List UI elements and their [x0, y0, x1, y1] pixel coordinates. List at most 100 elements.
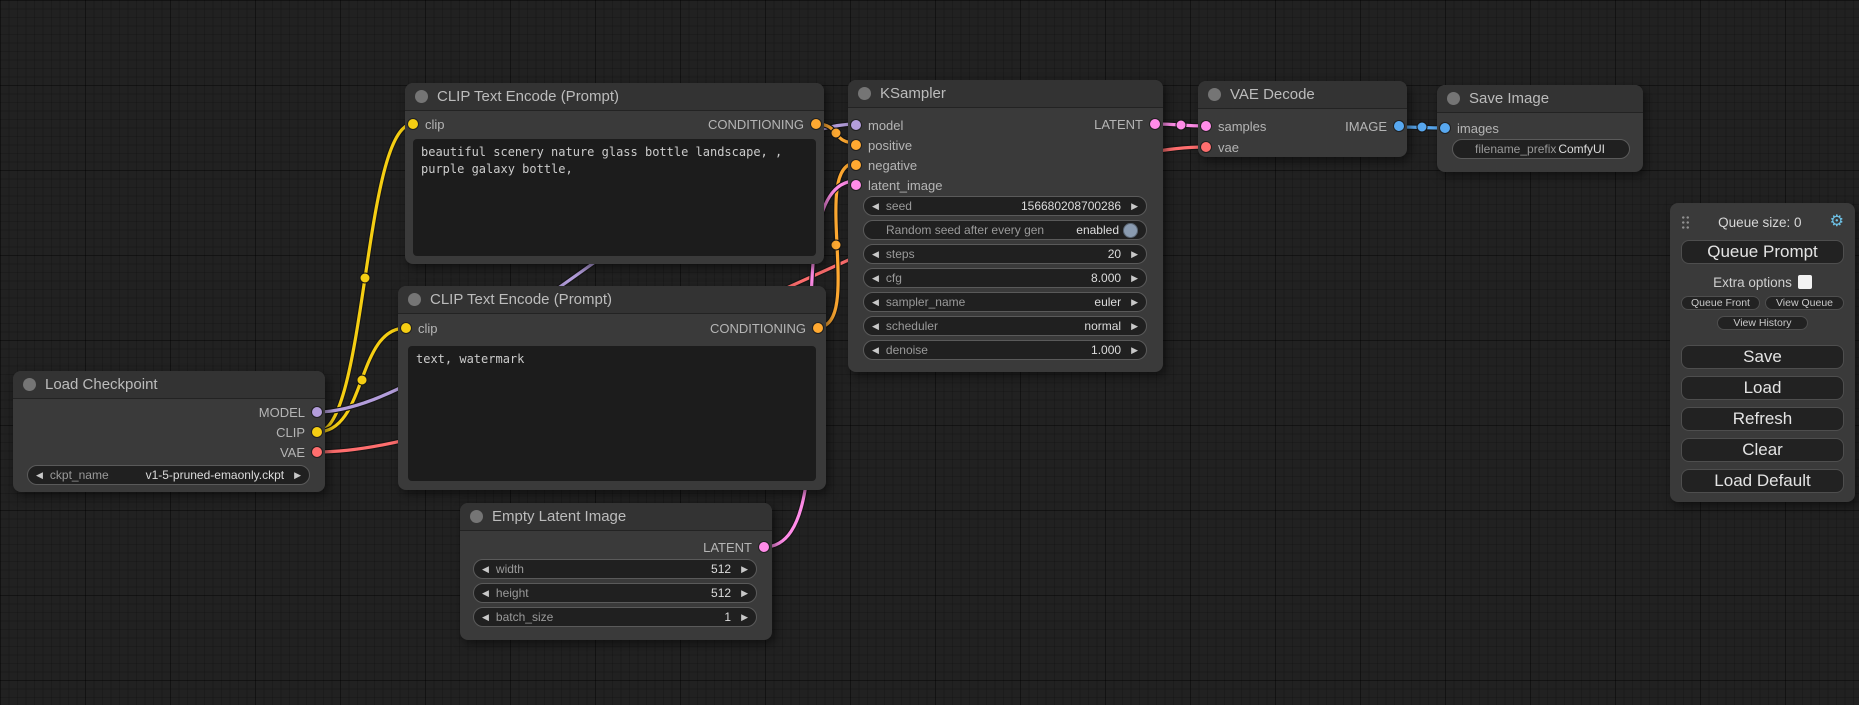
link-dot-negative[interactable]	[831, 240, 841, 250]
increment-arrow-icon[interactable]: ▶	[1131, 321, 1138, 332]
decrement-arrow-icon[interactable]: ◀	[482, 588, 489, 599]
slot-dot-image[interactable]	[1394, 121, 1404, 131]
node-empty-latent-image[interactable]: Empty Latent Image LATENT ◀ width 512 ▶ …	[460, 503, 772, 640]
input-slot-positive[interactable]: positive	[851, 137, 912, 153]
node-titlebar[interactable]: VAE Decode	[1198, 81, 1407, 109]
node-status-dot-icon[interactable]	[1208, 88, 1221, 101]
node-status-dot-icon[interactable]	[470, 510, 483, 523]
input-slot-samples[interactable]: samples	[1201, 118, 1266, 134]
queue-prompt-button[interactable]: Queue Prompt	[1681, 240, 1844, 264]
widget-ckpt-name[interactable]: ◀ ckpt_name v1-5-pruned-emaonly.ckpt ▶	[27, 465, 310, 485]
prompt-textarea[interactable]: text, watermark	[408, 346, 816, 481]
gear-icon[interactable]: ⚙	[1830, 214, 1844, 230]
output-slot-latent[interactable]: LATENT	[703, 539, 769, 555]
clear-button[interactable]: Clear	[1681, 438, 1844, 462]
input-slot-latent-image[interactable]: latent_image	[851, 177, 942, 193]
node-ksampler[interactable]: KSampler model positive negative latent_…	[848, 80, 1163, 372]
view-history-button[interactable]: View History	[1717, 316, 1808, 330]
slot-dot-images[interactable]	[1440, 123, 1450, 133]
decrement-arrow-icon[interactable]: ◀	[872, 297, 879, 308]
output-slot-clip[interactable]: CLIP	[276, 424, 322, 440]
output-slot-image[interactable]: IMAGE	[1345, 118, 1404, 134]
output-slot-conditioning[interactable]: CONDITIONING	[710, 320, 823, 336]
link-dot-samples[interactable]	[1176, 120, 1186, 130]
increment-arrow-icon[interactable]: ▶	[1131, 201, 1138, 212]
slot-dot-latent[interactable]	[759, 542, 769, 552]
node-titlebar[interactable]: CLIP Text Encode (Prompt)	[405, 83, 824, 111]
input-slot-vae[interactable]: vae	[1201, 139, 1239, 155]
node-clip-text-encode-positive[interactable]: CLIP Text Encode (Prompt) clip CONDITION…	[405, 83, 824, 264]
output-slot-conditioning[interactable]: CONDITIONING	[708, 116, 821, 132]
increment-arrow-icon[interactable]: ▶	[294, 470, 301, 481]
link-dot-clip1[interactable]	[360, 273, 370, 283]
toggle-icon[interactable]	[1123, 223, 1138, 238]
slot-dot-vae[interactable]	[312, 447, 322, 457]
load-default-button[interactable]: Load Default	[1681, 469, 1844, 493]
widget-random-seed-toggle[interactable]: Random seed after every gen enabled	[863, 220, 1147, 240]
decrement-arrow-icon[interactable]: ◀	[482, 564, 489, 575]
decrement-arrow-icon[interactable]: ◀	[872, 345, 879, 356]
input-slot-negative[interactable]: negative	[851, 157, 917, 173]
widget-sampler-name[interactable]: ◀ sampler_name euler ▶	[863, 292, 1147, 312]
node-titlebar[interactable]: Empty Latent Image	[460, 503, 772, 531]
decrement-arrow-icon[interactable]: ◀	[482, 612, 489, 623]
input-slot-clip[interactable]: clip	[401, 320, 438, 336]
output-slot-latent[interactable]: LATENT	[1094, 116, 1160, 132]
widget-cfg[interactable]: ◀ cfg 8.000 ▶	[863, 268, 1147, 288]
increment-arrow-icon[interactable]: ▶	[1131, 345, 1138, 356]
widget-width[interactable]: ◀ width 512 ▶	[473, 559, 757, 579]
increment-arrow-icon[interactable]: ▶	[1131, 297, 1138, 308]
node-status-dot-icon[interactable]	[408, 293, 421, 306]
widget-height[interactable]: ◀ height 512 ▶	[473, 583, 757, 603]
prompt-textarea[interactable]: beautiful scenery nature glass bottle la…	[413, 139, 816, 256]
increment-arrow-icon[interactable]: ▶	[741, 612, 748, 623]
widget-batch-size[interactable]: ◀ batch_size 1 ▶	[473, 607, 757, 627]
increment-arrow-icon[interactable]: ▶	[741, 564, 748, 575]
output-slot-model[interactable]: MODEL	[259, 404, 322, 420]
save-button[interactable]: Save	[1681, 345, 1844, 369]
drag-handle-icon[interactable]	[1681, 215, 1690, 229]
slot-dot-positive[interactable]	[851, 140, 861, 150]
link-dot-clip2[interactable]	[357, 375, 367, 385]
increment-arrow-icon[interactable]: ▶	[1131, 273, 1138, 284]
slot-dot-clip[interactable]	[401, 323, 411, 333]
input-slot-images[interactable]: images	[1440, 120, 1499, 136]
extra-options-checkbox[interactable]	[1798, 275, 1812, 289]
slot-dot-samples[interactable]	[1201, 121, 1211, 131]
slot-dot-latent[interactable]	[1150, 119, 1160, 129]
input-slot-model[interactable]: model	[851, 117, 903, 133]
node-save-image[interactable]: Save Image images filename_prefix ComfyU…	[1437, 85, 1643, 172]
refresh-button[interactable]: Refresh	[1681, 407, 1844, 431]
node-titlebar[interactable]: Save Image	[1437, 85, 1643, 113]
node-titlebar[interactable]: Load Checkpoint	[13, 371, 325, 399]
widget-filename-prefix[interactable]: filename_prefix ComfyUI	[1452, 139, 1630, 159]
widget-steps[interactable]: ◀ steps 20 ▶	[863, 244, 1147, 264]
node-load-checkpoint[interactable]: Load Checkpoint MODEL CLIP VAE ◀ ckpt_na…	[13, 371, 325, 492]
node-titlebar[interactable]: KSampler	[848, 80, 1163, 108]
widget-denoise[interactable]: ◀ denoise 1.000 ▶	[863, 340, 1147, 360]
node-status-dot-icon[interactable]	[858, 87, 871, 100]
node-status-dot-icon[interactable]	[23, 378, 36, 391]
link-dot-images[interactable]	[1417, 122, 1427, 132]
link-dot-positive[interactable]	[831, 128, 841, 138]
slot-dot-latent-image[interactable]	[851, 180, 861, 190]
input-slot-clip[interactable]: clip	[408, 116, 445, 132]
increment-arrow-icon[interactable]: ▶	[1131, 249, 1138, 260]
slot-dot-conditioning[interactable]	[811, 119, 821, 129]
decrement-arrow-icon[interactable]: ◀	[36, 470, 43, 481]
slot-dot-conditioning[interactable]	[813, 323, 823, 333]
node-vae-decode[interactable]: VAE Decode samples vae IMAGE	[1198, 81, 1407, 157]
output-slot-vae[interactable]: VAE	[280, 444, 322, 460]
decrement-arrow-icon[interactable]: ◀	[872, 321, 879, 332]
node-clip-text-encode-negative[interactable]: CLIP Text Encode (Prompt) clip CONDITION…	[398, 286, 826, 490]
widget-seed[interactable]: ◀ seed 156680208700286 ▶	[863, 196, 1147, 216]
slot-dot-model[interactable]	[312, 407, 322, 417]
increment-arrow-icon[interactable]: ▶	[741, 588, 748, 599]
slot-dot-clip[interactable]	[312, 427, 322, 437]
slot-dot-clip[interactable]	[408, 119, 418, 129]
node-status-dot-icon[interactable]	[415, 90, 428, 103]
slot-dot-model[interactable]	[851, 120, 861, 130]
slot-dot-vae[interactable]	[1201, 142, 1211, 152]
node-status-dot-icon[interactable]	[1447, 92, 1460, 105]
decrement-arrow-icon[interactable]: ◀	[872, 273, 879, 284]
